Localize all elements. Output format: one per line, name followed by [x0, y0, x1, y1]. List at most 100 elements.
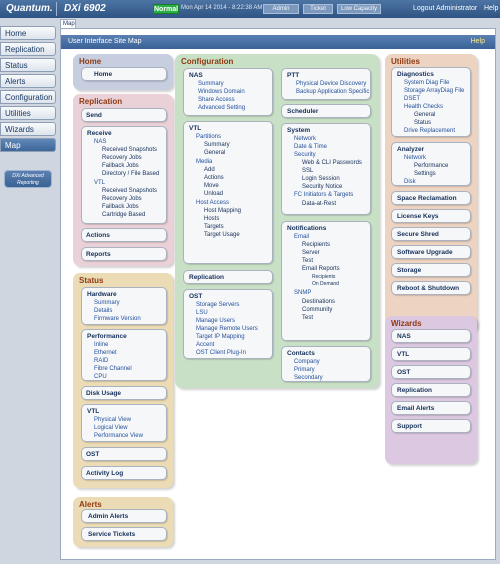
config-vtl-link[interactable]: VTL [189, 125, 201, 132]
actions-link[interactable]: Actions [81, 228, 167, 242]
diag-dset[interactable]: DSET [404, 96, 420, 103]
media-add[interactable]: Add [204, 167, 215, 174]
partitions-general[interactable]: General [204, 150, 225, 157]
activity-log-link[interactable]: Activity Log [81, 466, 167, 480]
scheduler-link[interactable]: Scheduler [281, 104, 371, 118]
snmp-destinations[interactable]: Destinations [302, 299, 335, 306]
host-mapping[interactable]: Host Mapping [204, 208, 241, 215]
disk-usage-link[interactable]: Disk Usage [81, 386, 167, 400]
wizard-email-alerts-link[interactable]: Email Alerts [391, 401, 471, 415]
nas-windows-domain[interactable]: Windows Domain [198, 89, 245, 96]
wizard-replication-link[interactable]: Replication [391, 383, 471, 397]
system-network[interactable]: Network [294, 136, 316, 143]
ost-accent[interactable]: Accent [196, 342, 214, 349]
notifications-link[interactable]: Notifications [287, 225, 326, 232]
analyzer-link[interactable]: Analyzer [397, 146, 424, 153]
system-fc-initiators[interactable]: FC Initiators & Targets [294, 192, 353, 199]
software-upgrade-link[interactable]: Software Upgrade [391, 245, 471, 259]
receive-nas-recovery[interactable]: Recovery Jobs [102, 155, 142, 162]
vtl-host-access[interactable]: Host Access [196, 200, 229, 207]
contacts-link[interactable]: Contacts [287, 350, 315, 357]
diag-drive-replacement[interactable]: Drive Replacement [404, 128, 455, 135]
wizard-support-link[interactable]: Support [391, 419, 471, 433]
hardware-link[interactable]: Hardware [87, 291, 117, 298]
notif-snmp[interactable]: SNMP [294, 290, 311, 297]
notif-email[interactable]: Email [294, 234, 309, 241]
security-passwords[interactable]: Web & CLI Passwords [302, 160, 362, 167]
email-recipients[interactable]: Recipients [302, 242, 330, 249]
receive-vtl-cartridge[interactable]: Cartridge Based [102, 212, 145, 219]
service-tickets-link[interactable]: Service Tickets [81, 527, 167, 541]
home-link[interactable]: Home [81, 67, 167, 81]
perf-fibre[interactable]: Fibre Channel [94, 366, 132, 373]
nav-map[interactable]: Map [0, 138, 56, 152]
contacts-secondary[interactable]: Secondary [294, 375, 323, 382]
snmp-test[interactable]: Test [302, 315, 313, 322]
diag-system-file[interactable]: System Diag File [404, 80, 449, 87]
snmp-community[interactable]: Community [302, 307, 332, 314]
hw-firmware[interactable]: Firmware Version [94, 316, 141, 323]
security-ssl[interactable]: SSL [302, 168, 313, 175]
email-reports-recipients[interactable]: Recipients [312, 274, 335, 281]
receive-vtl-failback[interactable]: Failback Jobs [102, 204, 139, 211]
admin-alerts-link[interactable]: Admin Alerts [81, 509, 167, 523]
hw-summary[interactable]: Summary [94, 300, 120, 307]
send-link[interactable]: Send [81, 108, 167, 122]
config-ost-link[interactable]: OST [189, 293, 202, 300]
diagnostics-link[interactable]: Diagnostics [397, 71, 434, 78]
status-badge[interactable]: Normal [153, 4, 179, 14]
security-notice[interactable]: Security Notice [302, 184, 342, 191]
vtl-media[interactable]: Media [196, 159, 212, 166]
system-link[interactable]: System [287, 127, 310, 134]
perf-inline[interactable]: Inline [94, 342, 108, 349]
nav-replication[interactable]: Replication [0, 42, 56, 56]
wizard-vtl-link[interactable]: VTL [391, 347, 471, 361]
ost-storage-servers[interactable]: Storage Servers [196, 302, 239, 309]
ptt-link[interactable]: PTT [287, 72, 299, 79]
ost-manage-remote-users[interactable]: Manage Remote Users [196, 326, 258, 333]
help-link[interactable]: Help [484, 5, 498, 12]
ost-client-plugin[interactable]: OST Client Plug-In [196, 350, 246, 357]
nav-wizards[interactable]: Wizards [0, 122, 56, 136]
receive-nas-snapshots[interactable]: Received Snapshots [102, 147, 157, 154]
ptt-backup-app[interactable]: Backup Application Specific [296, 89, 369, 96]
ost-target-ip-mapping[interactable]: Target IP Mapping [196, 334, 245, 341]
secure-shred-link[interactable]: Secure Shred [391, 227, 471, 241]
ost-lsu[interactable]: LSU [196, 310, 208, 317]
config-nas-link[interactable]: NAS [189, 72, 203, 79]
vtl-physical[interactable]: Physical View [94, 417, 131, 424]
perf-raid[interactable]: RAID [94, 358, 108, 365]
host-targets[interactable]: Targets [204, 224, 224, 231]
nas-advanced[interactable]: Advanced Setting [198, 105, 245, 112]
nav-home[interactable]: Home [0, 26, 56, 40]
analyzer-network[interactable]: Network [404, 155, 426, 162]
wizard-nas-link[interactable]: NAS [391, 329, 471, 343]
receive-vtl-recovery[interactable]: Recovery Jobs [102, 196, 142, 203]
receive-vtl-link[interactable]: VTL [94, 180, 105, 187]
receive-nas-link[interactable]: NAS [94, 139, 106, 146]
email-server[interactable]: Server [302, 250, 320, 257]
status-vtl-link[interactable]: VTL [87, 408, 99, 415]
vtl-performance[interactable]: Performance View [94, 433, 143, 440]
reboot-shutdown-link[interactable]: Reboot & Shutdown [391, 281, 471, 295]
perf-cpu[interactable]: CPU [94, 374, 107, 381]
system-date-time[interactable]: Date & Time [294, 144, 327, 151]
ticket-button[interactable]: Ticket [303, 4, 333, 14]
partitions-summary[interactable]: Summary [204, 142, 230, 149]
dxi-advanced-reporting-button[interactable]: DXi Advanced Reporting [4, 170, 52, 188]
security-login-session[interactable]: Login Session [302, 176, 340, 183]
header-help-link[interactable]: Help [471, 35, 485, 48]
ptt-device-discovery[interactable]: Physical Device Discovery [296, 81, 366, 88]
receive-vtl-snapshots[interactable]: Received Snapshots [102, 188, 157, 195]
health-status[interactable]: Status [414, 120, 431, 127]
system-data-at-rest[interactable]: Data-at-Rest [302, 201, 336, 208]
contacts-primary[interactable]: Primary [294, 367, 315, 374]
config-replication-link[interactable]: Replication [183, 270, 273, 284]
nas-share-access[interactable]: Share Access [198, 97, 235, 104]
diag-health-checks[interactable]: Health Checks [404, 104, 443, 111]
email-reports-on-demand[interactable]: On Demand [312, 281, 339, 288]
license-keys-link[interactable]: License Keys [391, 209, 471, 223]
hw-details[interactable]: Details [94, 308, 112, 315]
analyzer-disk[interactable]: Disk [404, 179, 416, 186]
email-reports[interactable]: Email Reports [302, 266, 340, 273]
